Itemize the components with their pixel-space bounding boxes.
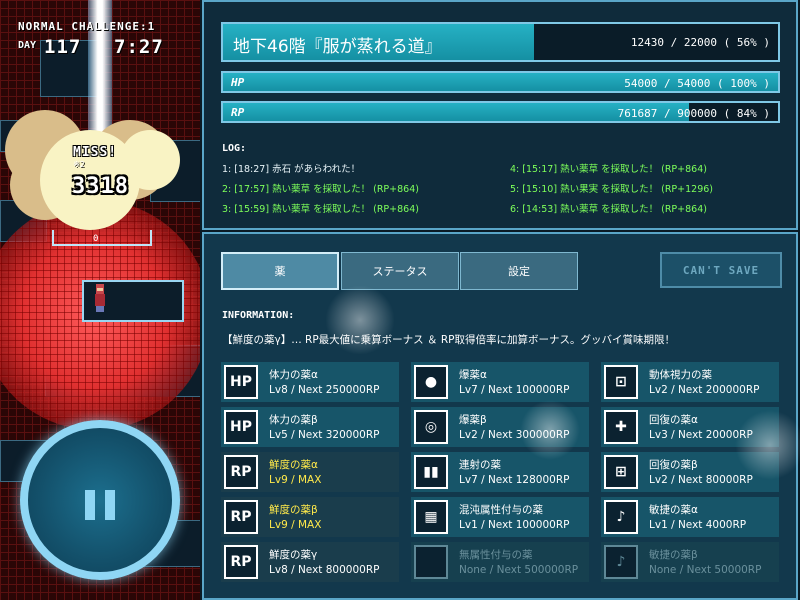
medicine-level: Lv9 / MAX <box>269 519 322 531</box>
medicine-icon: RP <box>224 545 258 579</box>
log-entry: 3: [15:59] 熱い薬草 を採取した！ (RP+864) <box>222 204 419 215</box>
miss-sub-text: ※2 <box>73 160 85 169</box>
floor-name: 地下46階『服が蒸れる道』 <box>233 37 442 57</box>
miss-text: MISS! <box>73 145 118 160</box>
medicine-level: Lv2 / Next 80000RP <box>649 474 753 486</box>
medicine-level: Lv2 / Next 300000RP <box>459 429 570 441</box>
medicine-name: 無属性付与の薬 <box>459 549 533 561</box>
medicine-level: Lv8 / Next 800000RP <box>269 564 380 576</box>
medicine-icon: HP <box>224 365 258 399</box>
medicine-icon: ◎ <box>414 410 448 444</box>
day-label: DAY <box>18 40 37 51</box>
medicine-icon: RP <box>224 500 258 534</box>
enemy-count: 0 <box>93 234 99 244</box>
challenge-label: NORMAL CHALLENGE:1 <box>18 20 156 33</box>
tab-status[interactable]: ステータス <box>341 252 459 290</box>
medicine-level: None / Next 50000RP <box>649 564 762 576</box>
medicine-level: Lv7 / Next 128000RP <box>459 474 570 486</box>
medicine-name: 爆薬α <box>459 369 487 381</box>
medicine-icon: ▦ <box>414 500 448 534</box>
hp-value: 54000 / 54000 ( 100% ) <box>624 77 770 90</box>
medicine-item[interactable]: RP 鮮度の薬α Lv9 / MAX <box>221 452 399 492</box>
information-label: INFORMATION: <box>222 310 295 321</box>
medicine-level: Lv7 / Next 100000RP <box>459 384 570 396</box>
medicine-level: Lv8 / Next 250000RP <box>269 384 380 396</box>
rp-label: RP <box>231 106 245 119</box>
log-entry: 5: [15:10] 熱い果実 を採取した！ (RP+1296) <box>510 184 713 195</box>
medicine-name: 爆薬β <box>459 414 487 426</box>
medicine-level: Lv2 / Next 200000RP <box>649 384 760 396</box>
day-counter: 117 <box>44 36 82 58</box>
medicine-name: 鮮度の薬β <box>269 504 318 516</box>
medicine-icon: ♪ <box>604 545 638 579</box>
medicine-name: 鮮度の薬γ <box>269 549 318 561</box>
medicine-icon: ⊞ <box>604 455 638 489</box>
log-label: LOG: <box>222 143 247 154</box>
medicine-item[interactable]: ⊡ 動体視力の薬 Lv2 / Next 200000RP <box>601 362 779 402</box>
medicine-item[interactable]: ✚ 回復の薬α Lv3 / Next 20000RP <box>601 407 779 447</box>
information-text: 【鮮度の薬γ】… RP最大値に乗算ボーナス ＆ RP取得倍率に加算ボーナス。グッ… <box>222 334 675 346</box>
medicine-icon: ⊡ <box>604 365 638 399</box>
status-panel: 地下46階『服が蒸れる道』 12430 / 22000 ( 56% ) HP 5… <box>202 0 798 230</box>
medicine-item[interactable]: RP 鮮度の薬β Lv9 / MAX <box>221 497 399 537</box>
medicine-item[interactable]: ▦ 混沌属性付与の薬 Lv1 / Next 100000RP <box>411 497 589 537</box>
medicine-name: 体力の薬β <box>269 414 318 426</box>
floor-progress-value: 12430 / 22000 ( 56% ) <box>630 36 770 49</box>
damage-number: 3318 <box>72 174 129 199</box>
pause-icon <box>85 490 95 520</box>
medicine-level: Lv1 / Next 100000RP <box>459 519 570 531</box>
medicine-level: Lv3 / Next 20000RP <box>649 429 753 441</box>
medicine-level: Lv5 / Next 320000RP <box>269 429 380 441</box>
medicine-icon <box>414 545 448 579</box>
medicine-item[interactable]: HP 体力の薬α Lv8 / Next 250000RP <box>221 362 399 402</box>
tab-medicine[interactable]: 薬 <box>221 252 339 290</box>
medicine-level: None / Next 500000RP <box>459 564 579 576</box>
medicine-item[interactable]: ♪ 敏捷の薬α Lv1 / Next 4000RP <box>601 497 779 537</box>
explosion-flash <box>120 130 180 190</box>
medicine-level: Lv9 / MAX <box>269 474 322 486</box>
medicine-name: 混沌属性付与の薬 <box>459 504 543 516</box>
medicine-item[interactable]: 無属性付与の薬 None / Next 500000RP <box>411 542 589 582</box>
medicine-name: 鮮度の薬α <box>269 459 318 471</box>
log-entry: 6: [14:53] 熱い薬草 を採取した！ (RP+864) <box>510 204 707 215</box>
medicine-item[interactable]: ⊞ 回復の薬β Lv2 / Next 80000RP <box>601 452 779 492</box>
medicine-icon: ♪ <box>604 500 638 534</box>
medicine-name: 敏捷の薬β <box>649 549 698 561</box>
medicine-item[interactable]: ♪ 敏捷の薬β None / Next 50000RP <box>601 542 779 582</box>
medicine-icon: RP <box>224 455 258 489</box>
medicine-name: 連射の薬 <box>459 459 501 471</box>
game-view[interactable]: MISS! ※2 3318 0 NORMAL CHALLENGE:1 DAY 1… <box>0 0 200 600</box>
enemy-gauge <box>52 230 152 246</box>
medicine-icon: ● <box>414 365 448 399</box>
pause-button[interactable] <box>20 420 180 580</box>
pause-icon <box>105 490 115 520</box>
medicine-name: 動体視力の薬 <box>649 369 712 381</box>
medicine-icon: HP <box>224 410 258 444</box>
medicine-name: 体力の薬α <box>269 369 318 381</box>
floor-progress: 地下46階『服が蒸れる道』 12430 / 22000 ( 56% ) <box>221 22 780 62</box>
medicine-name: 敏捷の薬α <box>649 504 698 516</box>
hp-bar: HP 54000 / 54000 ( 100% ) <box>221 71 780 93</box>
medicine-item[interactable]: ◎ 爆薬β Lv2 / Next 300000RP <box>411 407 589 447</box>
tab-settings[interactable]: 設定 <box>460 252 578 290</box>
medicine-item[interactable]: RP 鮮度の薬γ Lv8 / Next 800000RP <box>221 542 399 582</box>
log-entry: 2: [17:57] 熱い薬草 を採取した！ (RP+864) <box>222 184 419 195</box>
rp-value: 761687 / 900000 ( 84% ) <box>617 107 770 120</box>
rp-bar: RP 761687 / 900000 ( 84% ) <box>221 101 780 123</box>
medicine-icon: ▮▮ <box>414 455 448 489</box>
medicine-item[interactable]: ● 爆薬α Lv7 / Next 100000RP <box>411 362 589 402</box>
log-entry: 4: [15:17] 熱い薬草 を採取した！ (RP+864) <box>510 164 707 175</box>
medicine-name: 回復の薬β <box>649 459 698 471</box>
clock: 7:27 <box>114 36 164 58</box>
log-entry: 1: [18:27] 赤石 があらわれた！ <box>222 164 361 175</box>
medicine-item[interactable]: HP 体力の薬β Lv5 / Next 320000RP <box>221 407 399 447</box>
medicine-name: 回復の薬α <box>649 414 698 426</box>
medicine-icon: ✚ <box>604 410 638 444</box>
hp-label: HP <box>231 76 245 89</box>
player-character <box>92 282 108 314</box>
medicine-item[interactable]: ▮▮ 連射の薬 Lv7 / Next 128000RP <box>411 452 589 492</box>
menu-panel: 薬 ステータス 設定 CAN'T SAVE INFORMATION: 【鮮度の薬… <box>202 232 798 600</box>
medicine-level: Lv1 / Next 4000RP <box>649 519 747 531</box>
cant-save-button[interactable]: CAN'T SAVE <box>660 252 782 288</box>
